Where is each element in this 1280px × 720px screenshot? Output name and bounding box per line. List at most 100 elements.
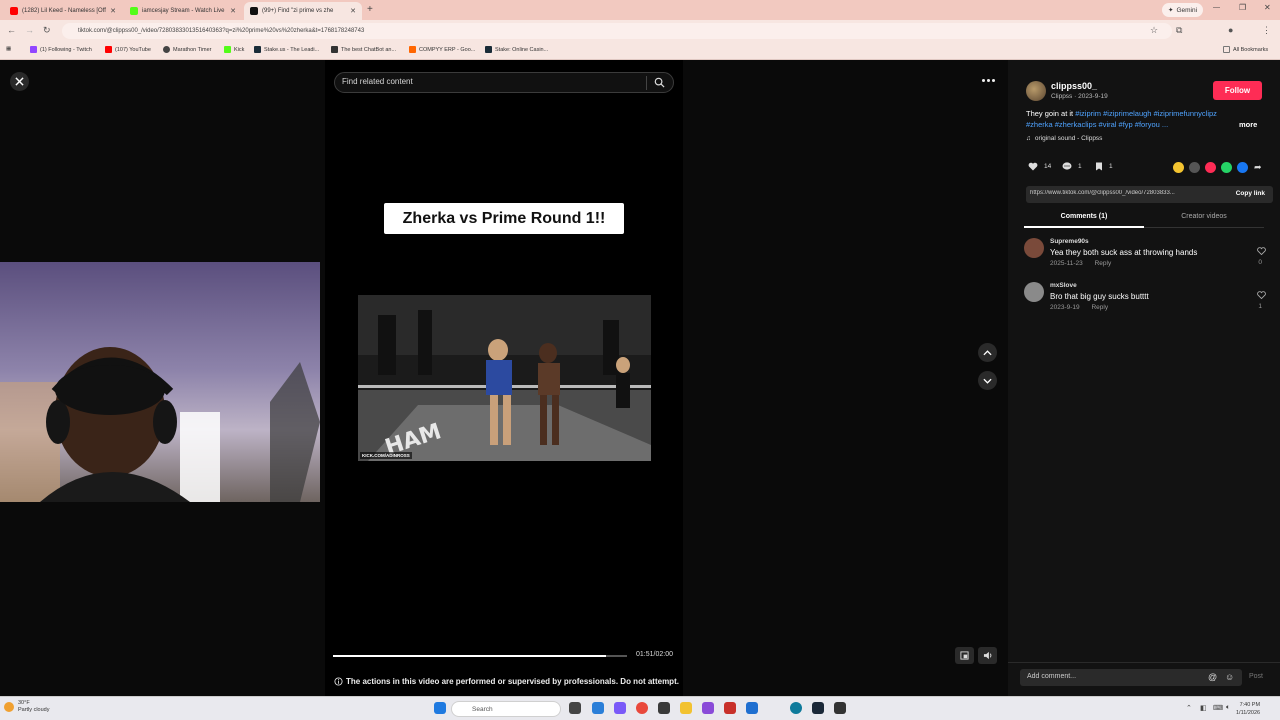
app-icon[interactable]	[724, 702, 736, 714]
whatsapp-icon[interactable]	[1221, 162, 1232, 173]
bookmark-youtube[interactable]: (107) YouTube	[105, 46, 151, 53]
video-watermark: KICK.COM/ADINROSS	[360, 452, 412, 459]
caption-hashtags[interactable]: #iziprim #iziprimelaugh #iziprimefunnycl…	[1075, 109, 1217, 118]
tab-comments[interactable]: Comments (1)	[1024, 210, 1144, 228]
reply-button[interactable]: Reply	[1095, 260, 1112, 267]
bookmark-kick[interactable]: Kick	[224, 46, 244, 53]
code-share-icon[interactable]	[1189, 162, 1200, 173]
start-menu-icon[interactable]	[434, 702, 446, 714]
follow-button[interactable]: Follow	[1213, 81, 1262, 100]
video-frame[interactable]: HAM KICK.COM/ADINROSS	[358, 295, 651, 461]
commenter-avatar[interactable]	[1024, 282, 1044, 302]
like-button[interactable]: 14	[1028, 162, 1051, 171]
obs-icon[interactable]	[702, 702, 714, 714]
close-video-button[interactable]	[10, 72, 29, 91]
emoji-icon[interactable]: ☺	[1225, 672, 1234, 682]
progress-bar[interactable]	[333, 655, 627, 657]
taskbar-search[interactable]: Search	[451, 701, 561, 717]
fight-video-image: HAM	[358, 295, 651, 461]
bookmark-star-icon[interactable]: ☆	[1150, 25, 1158, 36]
search-icon[interactable]	[654, 77, 665, 88]
extensions-icon[interactable]: ⧉	[1176, 25, 1182, 36]
sound-link[interactable]: ♫ original sound - Clippss	[1026, 135, 1102, 142]
maximize-icon[interactable]: ❐	[1239, 3, 1246, 12]
address-bar-row: ← → ↻ tiktok.com/@clippss00_/video/72803…	[0, 20, 1280, 42]
bookmark-compyy[interactable]: COMPYY ERP - Goo...	[409, 46, 475, 53]
volume-button[interactable]	[978, 647, 997, 664]
file-explorer-icon[interactable]	[680, 702, 692, 714]
commenter-avatar[interactable]	[1024, 238, 1044, 258]
bookmark-twitch[interactable]: (1) Following - Twitch	[30, 46, 92, 53]
caption-hashtags[interactable]: #zherka #zherkaclips #viral #fyp #foryou…	[1026, 120, 1168, 129]
copy-link-button[interactable]: Copy link	[1236, 190, 1265, 197]
picture-in-picture-button[interactable]	[955, 647, 974, 664]
weather-widget[interactable]: 30°F Partly cloudy	[4, 700, 50, 714]
safety-disclaimer: The actions in this video are performed …	[334, 677, 679, 686]
app-icon[interactable]	[746, 702, 758, 714]
bookmark-marathon-timer[interactable]: Marathon Timer	[163, 46, 212, 53]
embed-share-icon[interactable]	[1173, 162, 1184, 173]
bookmark-chatbot[interactable]: The best ChatBot an...	[331, 46, 396, 53]
commenter-username[interactable]: mxSlove	[1050, 282, 1077, 289]
widgets-icon[interactable]	[592, 702, 604, 714]
edge-icon[interactable]	[790, 702, 802, 714]
profile-icon[interactable]: ●	[1228, 25, 1233, 35]
comment-composer: Add comment... @ ☺ Post	[1008, 662, 1280, 696]
terminal-icon[interactable]	[658, 702, 670, 714]
browser-tab-youtube[interactable]: (1282) Lil Keed - Nameless [Off ✕	[4, 2, 122, 20]
window-close-icon[interactable]: ✕	[1264, 3, 1271, 12]
gemini-button[interactable]: ✦ Gemini	[1162, 3, 1204, 17]
reload-icon[interactable]: ↻	[43, 25, 51, 36]
author-username[interactable]: clippss00_	[1051, 81, 1097, 91]
comment-input[interactable]: Add comment... @ ☺	[1020, 669, 1242, 686]
back-icon[interactable]: ←	[7, 25, 16, 35]
more-options-icon[interactable]	[977, 72, 999, 88]
facebook-icon[interactable]	[1237, 162, 1248, 173]
time-display: 01:51/02:00	[636, 651, 673, 658]
close-tab-icon[interactable]: ✕	[350, 7, 356, 15]
forward-icon[interactable]: →	[25, 25, 34, 35]
browser-tab-tiktok[interactable]: (99+) Find "zi prime vs zhe ✕	[244, 2, 362, 20]
app-icon[interactable]	[834, 702, 846, 714]
system-clock[interactable]: 7:40 PM 1/11/2026	[1236, 701, 1260, 717]
bookmark-stake-us[interactable]: Stake.us - The Leadi...	[254, 46, 319, 53]
tab-creator-videos[interactable]: Creator videos	[1144, 210, 1264, 228]
close-tab-icon[interactable]: ✕	[230, 7, 236, 15]
steam-icon[interactable]	[812, 702, 824, 714]
commenter-username[interactable]: Supreme90s	[1050, 238, 1089, 245]
browser-tab-kick[interactable]: iamcesjay Stream - Watch Live ✕	[124, 2, 242, 20]
network-icon[interactable]: ⌨	[1213, 704, 1223, 712]
search-input[interactable]: Find related content	[342, 77, 413, 86]
heart-icon[interactable]	[1257, 291, 1266, 299]
author-avatar[interactable]	[1026, 81, 1046, 101]
next-video-button[interactable]	[978, 371, 997, 390]
close-tab-icon[interactable]: ✕	[110, 7, 116, 15]
reply-button[interactable]: Reply	[1091, 304, 1108, 311]
bookmark-stake-casino[interactable]: Stake: Online Casin...	[485, 46, 548, 53]
tab-title: (1282) Lil Keed - Nameless [Off	[22, 8, 106, 14]
chrome-icon[interactable]	[636, 702, 648, 714]
discord-icon[interactable]	[614, 702, 626, 714]
url-field[interactable]: tiktok.com/@clippss00_/video/72803833013…	[62, 23, 1172, 39]
task-view-icon[interactable]	[569, 702, 581, 714]
save-button[interactable]: 1	[1095, 162, 1113, 171]
post-button[interactable]: Post	[1249, 673, 1263, 680]
apps-icon[interactable]: ▦	[6, 46, 11, 52]
mention-icon[interactable]: @	[1208, 672, 1217, 682]
heart-icon[interactable]	[1257, 247, 1266, 255]
tray-app-icon[interactable]: ◧	[1200, 704, 1207, 712]
video-link-text[interactable]: https://www.tiktok.com/@clippss00_/video…	[1030, 190, 1210, 196]
previous-video-button[interactable]	[978, 343, 997, 362]
share-arrow-icon[interactable]: ➦	[1254, 162, 1262, 173]
new-tab-button[interactable]: +	[367, 4, 373, 15]
all-bookmarks[interactable]: All Bookmarks	[1223, 46, 1268, 53]
comment-text: Yea they both suck ass at throwing hands	[1050, 248, 1198, 257]
speaker-icon[interactable]: 🔈︎	[1226, 704, 1230, 712]
tray-chevron-icon[interactable]: ⌃	[1186, 704, 1192, 712]
related-search-bar[interactable]: Find related content	[334, 72, 674, 93]
comment-button[interactable]: 1	[1062, 162, 1082, 171]
minimize-icon[interactable]: —	[1213, 4, 1220, 11]
caption-more-link[interactable]: more	[1239, 120, 1257, 129]
send-share-icon[interactable]	[1205, 162, 1216, 173]
menu-icon[interactable]: ⋮	[1262, 25, 1271, 36]
